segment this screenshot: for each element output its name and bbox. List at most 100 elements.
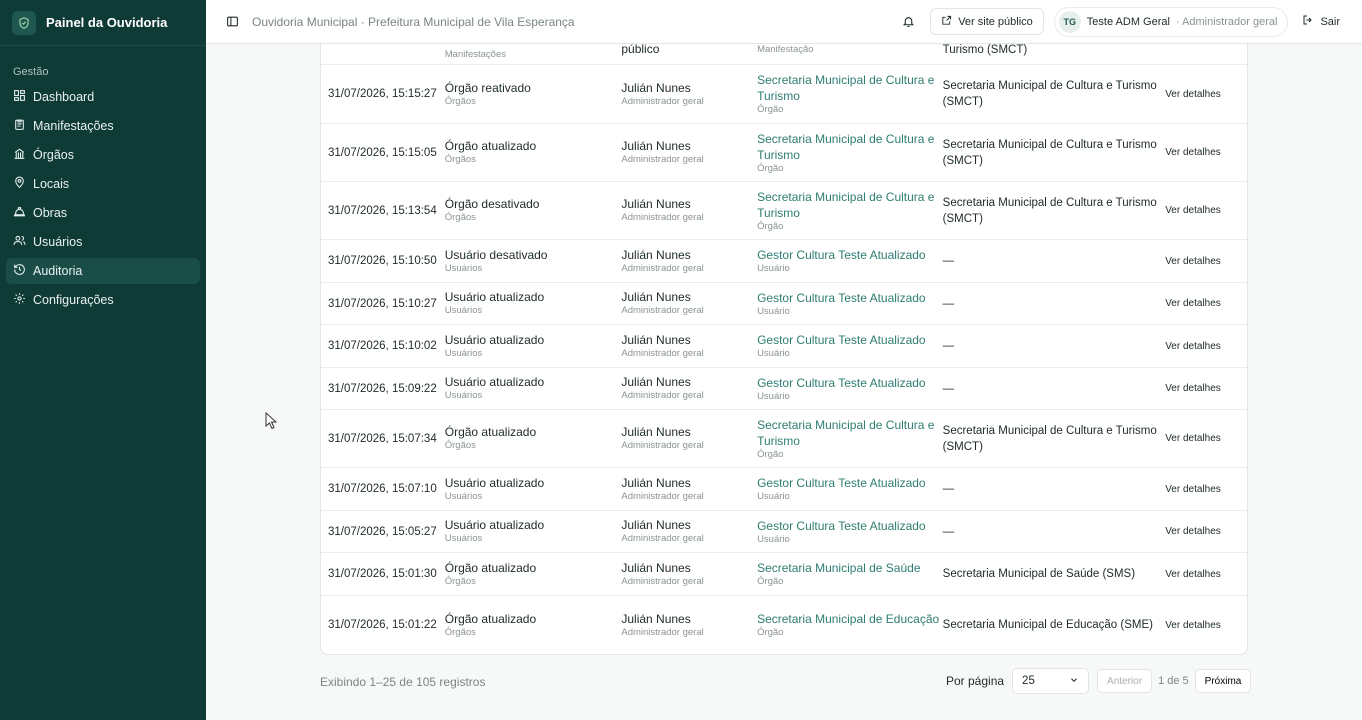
view-details-link[interactable]: Ver detalhes — [1165, 433, 1247, 444]
date-cell: 31/07/2026, 15:15:05 — [328, 146, 437, 159]
table-row: 31/07/2026, 15:01:30 Órgão atualizado Órgã… — [321, 553, 1247, 596]
target-link[interactable]: Gestor Cultura Teste Atualizado — [757, 290, 943, 306]
user-chip[interactable]: TG Teste ADM Geral · Administrador geral — [1053, 6, 1289, 37]
map-pin-icon — [13, 176, 26, 192]
action-cell: Órgão atualizado Órgãos — [445, 425, 622, 452]
user-role-cell: Administrador geral — [621, 347, 704, 359]
action-name: Órgão atualizado — [444, 425, 537, 439]
target-link[interactable]: Gestor Cultura Teste Atualizado — [757, 332, 943, 348]
action-type: Órgãos — [444, 575, 476, 587]
sidebar-toggle-icon[interactable] — [222, 12, 242, 32]
sidebar-item-locais[interactable]: Locais — [6, 171, 200, 197]
table-body: 31/07/2026, 15:15:27 Órgão reativado Órgão… — [321, 65, 1247, 654]
target-link[interactable]: Gestor Cultura Teste Atualizado — [757, 518, 943, 534]
sidebar: Painel da Ouvidoria Gestão Dashboard Man… — [0, 0, 206, 720]
sidebar-item-auditoria[interactable]: Auditoria — [6, 258, 200, 284]
view-public-site-button[interactable]: Ver site público — [930, 8, 1044, 35]
action-cell: Órgão desativado Órgãos — [445, 197, 622, 224]
table-row: 31/07/2026, 15:05:27 Usuário atualizado Us… — [321, 511, 1247, 553]
table-row: 31/07/2026, 15:10:50 Usuário desativado Us… — [321, 240, 1247, 283]
target-type: Órgão — [757, 104, 784, 115]
view-details-link[interactable]: Ver detalhes — [1165, 620, 1247, 631]
view-details-link[interactable]: Ver detalhes — [1165, 147, 1247, 158]
section-label-gestao: Gestão — [13, 66, 49, 78]
view-details-link[interactable]: Ver detalhes — [1165, 569, 1247, 580]
target-cell: Gestor Cultura Teste Atualizado Usuário — [757, 475, 943, 503]
date-cell: 31/07/2026, 15:05:27 — [328, 525, 437, 538]
action-name: Usuário atualizado — [444, 475, 545, 490]
sidebar-item-manifestacoes[interactable]: Manifestações — [6, 113, 200, 139]
org-cell: Secretaria Municipal de Saúde (SMS) — [942, 568, 1136, 580]
sidebar-item-obras[interactable]: Obras — [6, 200, 200, 226]
app-title: Painel da Ouvidoria — [46, 15, 168, 30]
view-details-link[interactable]: Ver detalhes — [1165, 383, 1247, 394]
chevron-down-icon — [1069, 675, 1079, 688]
view-details-link[interactable]: Ver detalhes — [1165, 298, 1247, 309]
action-name: Órgão atualizado — [444, 611, 537, 626]
action-type: Órgãos — [444, 626, 476, 638]
view-details-link[interactable]: Ver detalhes — [1165, 526, 1247, 537]
target-link[interactable]: Secretaria Municipal de Cultura e Turism… — [757, 131, 943, 163]
action-cell: Usuário desativado Usuários — [445, 248, 622, 275]
target-link[interactable]: Secretaria Municipal de Educação — [757, 611, 943, 627]
target-link[interactable]: Gestor Cultura Teste Atualizado — [757, 375, 943, 391]
date-cell: 31/07/2026, 15:09:22 — [328, 382, 437, 395]
org-cell: — — [942, 483, 955, 495]
per-page-value: 25 — [1022, 675, 1035, 687]
logout-icon — [1302, 14, 1314, 29]
target-link[interactable]: Gestor Cultura Teste Atualizado — [757, 475, 943, 491]
user-name-cell: Julián Nunes — [621, 247, 691, 262]
org-cell: Secretaria Municipal de Cultura e Turism… — [942, 138, 1157, 167]
target-type: Órgão — [757, 576, 784, 587]
view-details-link[interactable]: Ver detalhes — [1165, 205, 1247, 216]
sidebar-item-label: Usuários — [33, 235, 83, 249]
logout-button[interactable]: Sair — [1302, 14, 1340, 29]
target-cell: Secretaria Municipal de Cultura e Turism… — [757, 417, 943, 461]
org-cell: Secretaria Municipal de Cultura e Turism… — [942, 424, 1157, 453]
view-details-link[interactable]: Ver detalhes — [1165, 89, 1247, 100]
sidebar-item-usuarios[interactable]: Usuários — [6, 229, 200, 255]
user-cell: Julián Nunes Administrador geral — [621, 518, 757, 545]
action-type: Usuários — [444, 347, 483, 359]
user-role-cell: Administrador geral — [621, 626, 704, 638]
action-type: Órgãos — [444, 440, 476, 451]
view-details-link[interactable]: Ver detalhes — [1165, 341, 1247, 352]
sidebar-brand: Painel da Ouvidoria — [0, 0, 206, 46]
gear-icon — [13, 292, 26, 308]
sidebar-item-label: Dashboard — [33, 90, 95, 104]
sidebar-item-configuracoes[interactable]: Configurações — [6, 287, 200, 313]
view-public-site-label: Ver site público — [958, 15, 1033, 28]
target-type: Usuário — [757, 348, 790, 359]
user-name-cell: Julián Nunes — [621, 560, 691, 575]
target-link[interactable]: Secretaria Municipal de Saúde — [757, 560, 943, 576]
sidebar-item-label: Órgãos — [33, 148, 74, 162]
target-type: Manifestação — [757, 44, 814, 55]
target-type: Usuário — [757, 263, 790, 274]
target-cell: Secretaria Municipal de Cultura e Turism… — [757, 72, 943, 116]
mouse-cursor-icon — [265, 411, 278, 435]
target-link[interactable]: Gestor Cultura Teste Atualizado — [757, 247, 943, 263]
view-details-link[interactable]: Ver detalhes — [1165, 256, 1247, 267]
bell-icon[interactable] — [898, 12, 918, 32]
action-cell: Usuário atualizado Usuários — [445, 476, 622, 503]
target-cell: Secretaria Municipal de Cultura e Turism… — [757, 131, 943, 175]
user-cell: Julián Nunes Administrador geral — [621, 375, 757, 402]
date-cell: 31/07/2026, 15:10:50 — [328, 255, 437, 267]
target-link[interactable]: Secretaria Municipal de Cultura e Turism… — [757, 189, 943, 221]
user-name-cell: Julián Nunes — [621, 425, 691, 439]
sidebar-item-orgaos[interactable]: Órgãos — [6, 142, 200, 168]
action-type: Usuários — [444, 262, 483, 274]
next-page-button[interactable]: Próxima — [1194, 669, 1252, 693]
action-cell: Órgão atualizado Órgãos — [445, 561, 622, 588]
target-link[interactable]: Secretaria Municipal de Cultura e Turism… — [757, 417, 943, 449]
prev-page-button[interactable]: Anterior — [1097, 669, 1153, 693]
target-link[interactable]: Secretaria Municipal de Cultura e Turism… — [757, 72, 943, 104]
date-cell: 31/07/2026, 15:10:02 — [328, 340, 437, 352]
view-details-link[interactable]: Ver detalhes — [1165, 484, 1247, 495]
user-cell: Julián Nunes Administrador geral — [621, 333, 757, 360]
action-name: Órgão reativado — [444, 80, 531, 95]
org-cell: — — [942, 525, 955, 538]
user-name-cell: Julián Nunes — [621, 518, 691, 532]
sidebar-item-dashboard[interactable]: Dashboard — [6, 84, 200, 110]
per-page-select[interactable]: 25 — [1012, 668, 1090, 694]
